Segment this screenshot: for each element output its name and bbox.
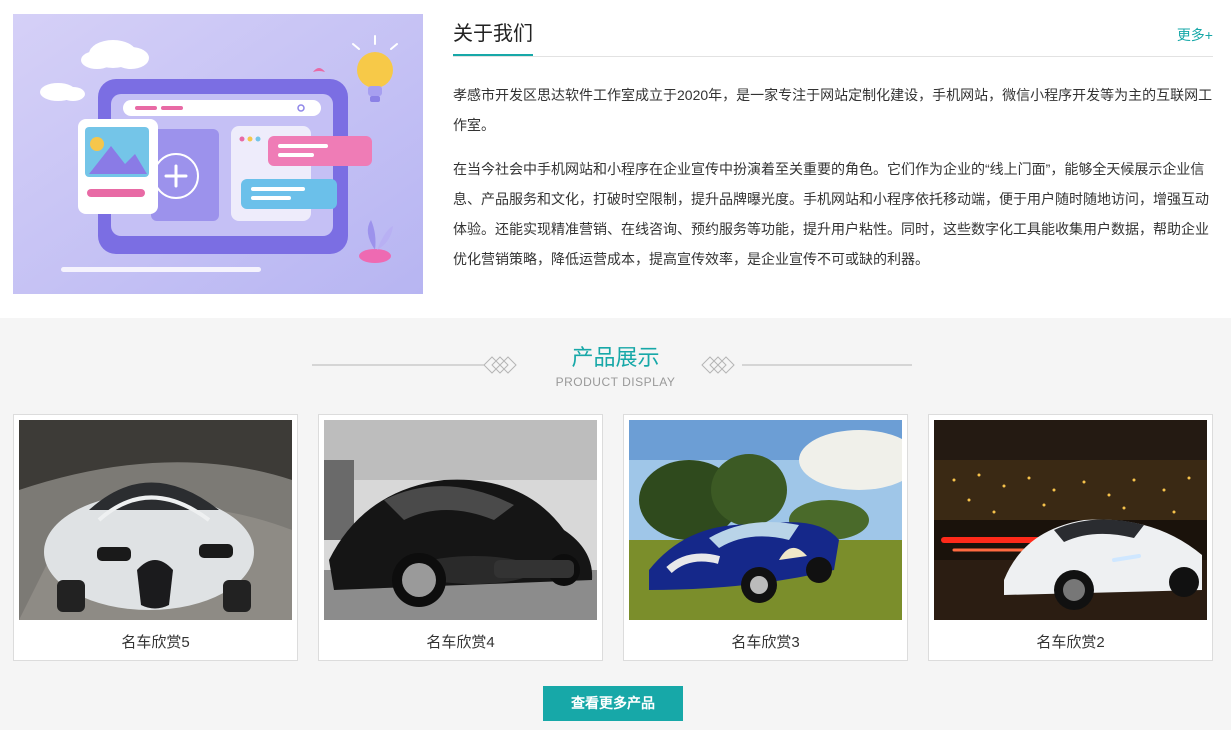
about-illustration (13, 14, 423, 294)
products-subtitle: PRODUCT DISPLAY (555, 375, 676, 389)
product-name[interactable]: 名车欣赏5 (14, 631, 297, 652)
product-card[interactable]: 名车欣赏3 (623, 414, 908, 661)
about-text: 孝感市开发区思达软件工作室成立于2020年，是一家专注于网站定制化建设，手机网站… (453, 80, 1213, 288)
more-products-button[interactable]: 查看更多产品 (543, 686, 683, 721)
product-name[interactable]: 名车欣赏4 (319, 631, 602, 652)
product-card[interactable]: 名车欣赏2 (928, 414, 1213, 661)
about-section: 关于我们 更多+ 孝感市开发区思达软件工作室成立于2020年，是一家专注于网站定… (0, 0, 1231, 318)
product-name[interactable]: 名车欣赏3 (624, 631, 907, 652)
about-paragraph-2: 在当今社会中手机网站和小程序在企业宣传中扮演着至关重要的角色。它们作为企业的“线… (453, 161, 1209, 267)
product-name[interactable]: 名车欣赏2 (929, 631, 1212, 652)
about-header: 关于我们 更多+ (453, 20, 1213, 57)
products-title: 产品展示 (571, 345, 660, 370)
about-paragraph-1: 孝感市开发区思达软件工作室成立于2020年，是一家专注于网站定制化建设，手机网站… (453, 87, 1213, 133)
title-decoration-right (701, 356, 912, 374)
product-image[interactable] (629, 420, 902, 620)
product-image[interactable] (324, 420, 597, 620)
product-list: 名车欣赏5 名车欣赏4 名车欣赏3 名车欣赏2 (13, 414, 1213, 661)
about-more-link[interactable]: 更多+ (1177, 25, 1213, 45)
product-card[interactable]: 名车欣赏5 (13, 414, 298, 661)
product-image[interactable] (19, 420, 292, 620)
about-title: 关于我们 (453, 22, 533, 56)
products-section: 产品展示 PRODUCT DISPLAY 名车欣赏5 名车欣赏4 名车欣赏3 名… (0, 318, 1231, 730)
product-image[interactable] (934, 420, 1207, 620)
product-card[interactable]: 名车欣赏4 (318, 414, 603, 661)
